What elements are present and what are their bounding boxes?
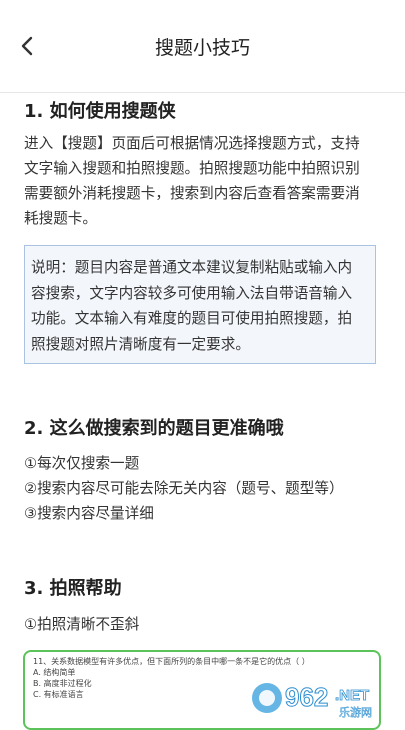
section3-item: ①拍照清晰不歪斜	[24, 616, 140, 633]
section3-heading: 3. 拍照帮助	[24, 578, 122, 599]
section1-heading: 1. 如何使用搜题侠	[24, 101, 176, 122]
section2-heading: 2. 这么做搜索到的题目更准确哦	[24, 418, 284, 439]
sample-question-text: 11、关系数据模型有许多优点，但下面所列的条目中哪一条不是它的优点（ ）	[33, 657, 310, 666]
section2-item: ③搜索内容尽量详细	[24, 505, 154, 522]
section1-line: 需要额外消耗搜题卡，搜索到内容后查看答案需要消	[24, 185, 360, 202]
note-line: 容搜索，文字内容较多可使用输入法自带语音输入	[31, 284, 353, 302]
watermark-name: 乐游网	[339, 706, 372, 719]
section1-line: 文字输入搜题和拍照搜题。拍照搜题功能中拍照识别	[24, 160, 360, 177]
page-title: 搜题小技巧	[154, 37, 250, 59]
note-box: 说明：题目内容是普通文本建议复制粘贴或输入内 容搜索，文字内容较多可使用输入法自…	[24, 245, 376, 364]
note-line: 功能。文本输入有难度的题目可使用拍照搜题，拍	[31, 310, 353, 327]
section1-paragraph: 进入【搜题】页面后可根据情况选择搜题方式，支持 文字输入搜题和拍照搜题。拍照搜题…	[24, 131, 384, 231]
section2-item: ②搜索内容尽可能去除无关内容（题号、题型等）	[24, 480, 344, 497]
watermark-domain: .NET	[335, 687, 369, 704]
site-watermark: 962 .NET 乐游网	[249, 676, 399, 720]
note-line: 照搜题对照片清晰度有一定要求。	[31, 335, 250, 353]
watermark-logo-icon: 962 .NET 乐游网	[252, 682, 372, 719]
section2-item: ①每次仅搜索一题	[24, 455, 140, 472]
watermark-number: 962	[285, 682, 328, 712]
note-line: 说明：题目内容是普通文本建议复制粘贴或输入内	[31, 259, 353, 276]
section1-line: 耗搜题卡。	[24, 210, 97, 227]
section1-line: 进入【搜题】页面后可根据情况选择搜题方式，支持	[24, 135, 360, 152]
app-header: 搜题小技巧	[0, 0, 405, 93]
